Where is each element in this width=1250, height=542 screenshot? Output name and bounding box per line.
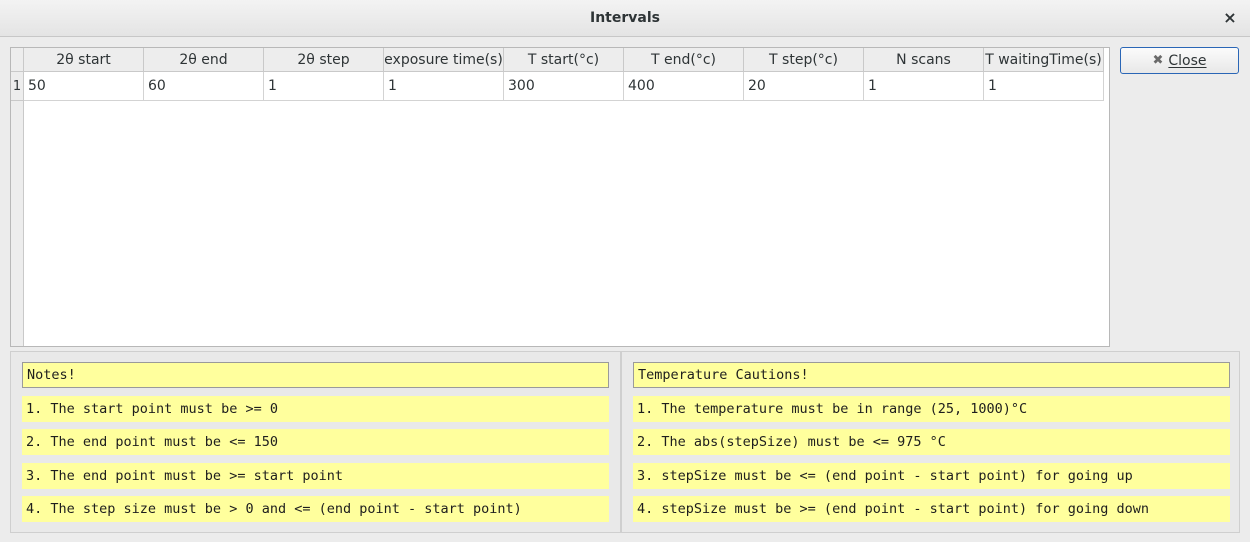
window-close-icon[interactable]: × [1220,8,1240,28]
close-x-icon: ✖ [1152,53,1164,68]
cell-2theta-step[interactable]: 1 [264,72,384,101]
col-header-t-waiting-time[interactable]: T waitingTime(s) [984,48,1104,72]
row-header-column: 1 [11,72,24,346]
caution-item: 1. The temperature must be in range (25,… [633,396,1230,422]
intervals-table: 2θ start 2θ end 2θ step exposure time(s)… [10,47,1110,347]
close-button[interactable]: ✖ Close [1120,47,1239,74]
title-bar: Intervals × [0,0,1250,37]
cell-t-end[interactable]: 400 [624,72,744,101]
col-header-2theta-end[interactable]: 2θ end [144,48,264,72]
notes-title: Notes! [22,362,609,388]
cell-exposure-time[interactable]: 1 [384,72,504,101]
temperature-cautions-panel: Temperature Cautions! 1. The temperature… [621,351,1240,533]
col-header-2theta-start[interactable]: 2θ start [24,48,144,72]
cell-t-waiting-time[interactable]: 1 [984,72,1104,101]
row-number[interactable]: 1 [11,72,23,101]
col-header-t-end[interactable]: T end(°c) [624,48,744,72]
caution-item: 2. The abs(stepSize) must be <= 975 °C [633,429,1230,455]
col-header-n-scans[interactable]: N scans [864,48,984,72]
cautions-title: Temperature Cautions! [633,362,1230,388]
col-header-t-start[interactable]: T start(°c) [504,48,624,72]
note-item: 2. The end point must be <= 150 [22,429,609,455]
cell-t-step[interactable]: 20 [744,72,864,101]
table-corner[interactable] [11,48,24,72]
note-item: 1. The start point must be >= 0 [22,396,609,422]
cell-2theta-start[interactable]: 50 [24,72,144,101]
cell-t-start[interactable]: 300 [504,72,624,101]
notes-panel: Notes! 1. The start point must be >= 0 2… [10,351,621,533]
col-header-exposure-time[interactable]: exposure time(s) [384,48,504,72]
note-item: 4. The step size must be > 0 and <= (end… [22,496,609,522]
col-header-2theta-step[interactable]: 2θ step [264,48,384,72]
caution-item: 3. stepSize must be <= (end point - star… [633,463,1230,489]
note-item: 3. The end point must be >= start point [22,463,609,489]
col-header-t-step[interactable]: T step(°c) [744,48,864,72]
close-button-label: Close [1168,52,1207,69]
cell-2theta-end[interactable]: 60 [144,72,264,101]
window-title: Intervals [590,10,660,26]
cell-n-scans[interactable]: 1 [864,72,984,101]
caution-item: 4. stepSize must be >= (end point - star… [633,496,1230,522]
